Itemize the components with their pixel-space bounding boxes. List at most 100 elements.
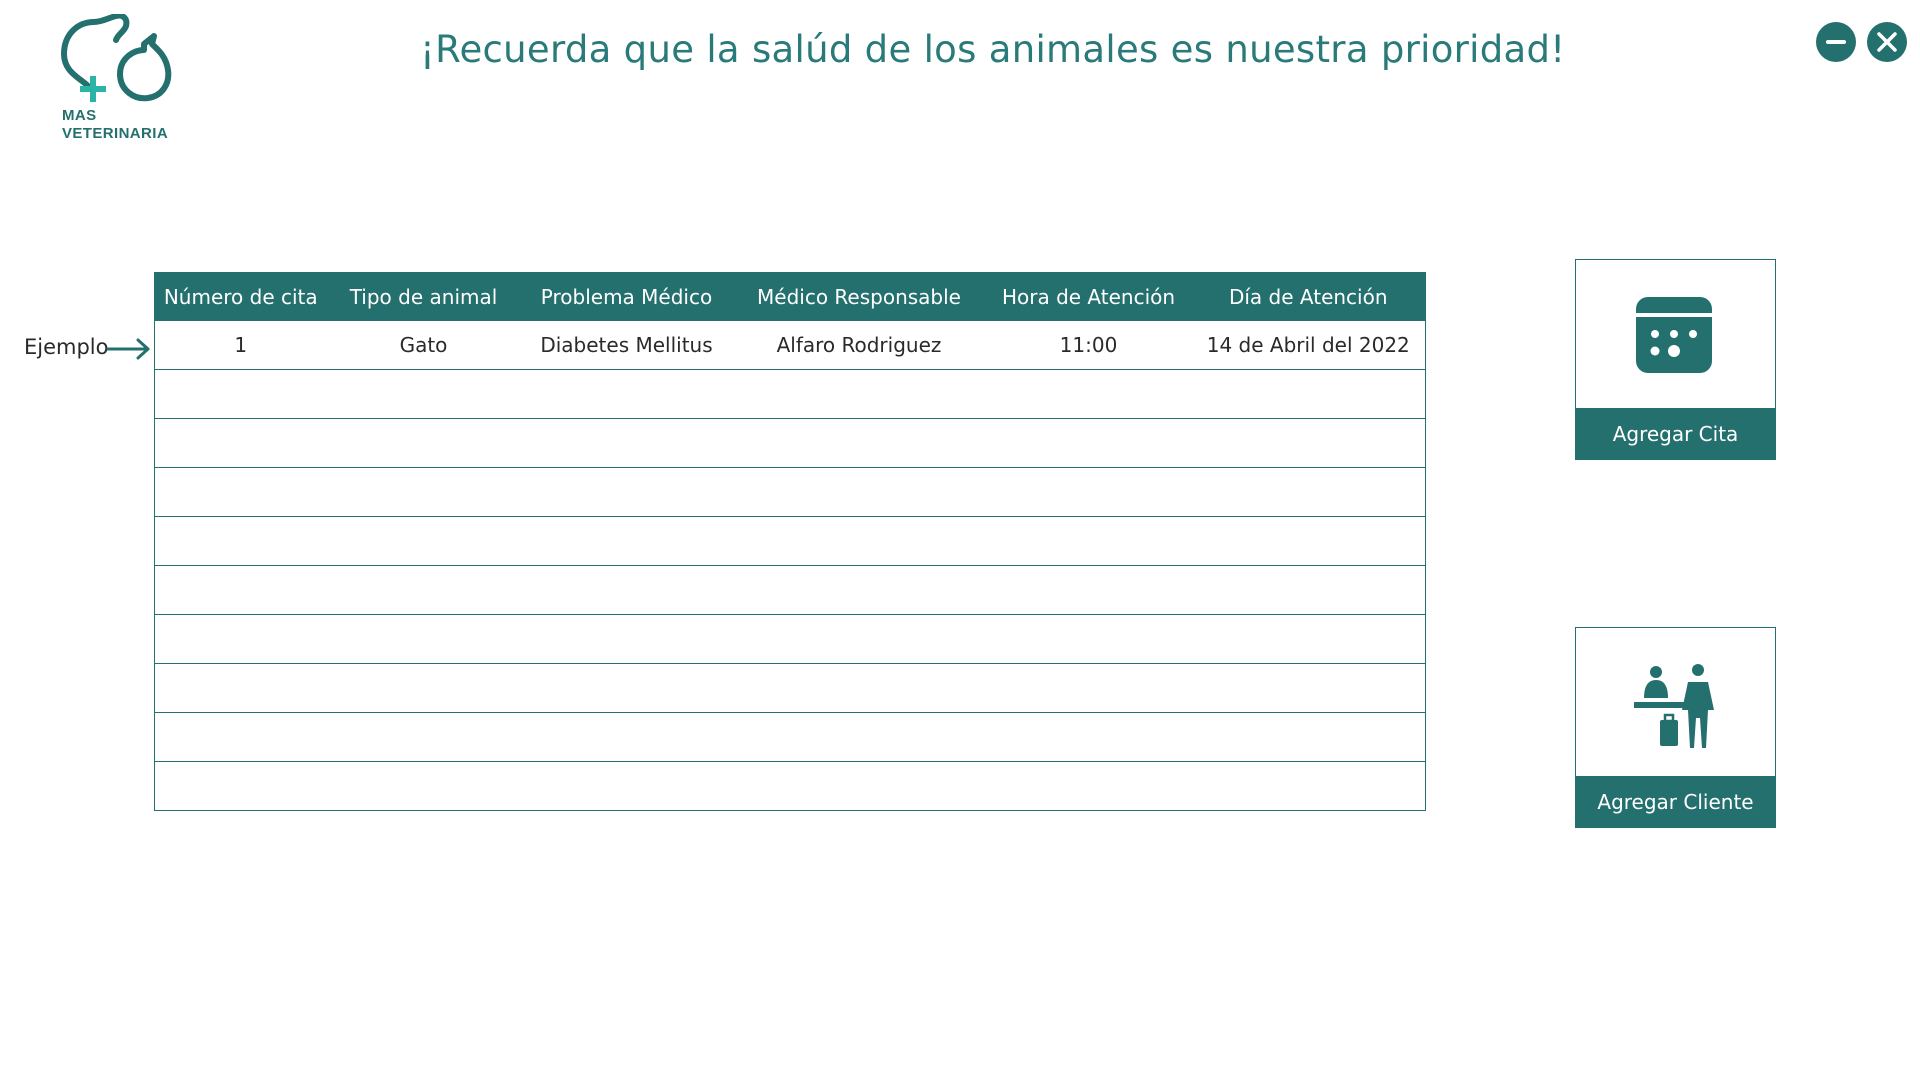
add-appointment-icon-area xyxy=(1576,260,1774,408)
table-cell xyxy=(985,663,1192,713)
table-cell xyxy=(732,467,986,517)
table-cell: Gato xyxy=(326,320,521,370)
table-cell xyxy=(1191,418,1426,468)
table-row[interactable] xyxy=(154,516,1426,566)
table-cell xyxy=(1191,663,1426,713)
table-row[interactable] xyxy=(154,467,1426,517)
table-cell: Diabetes Mellitus xyxy=(520,320,733,370)
table-cell: 11:00 xyxy=(985,320,1192,370)
table-cell xyxy=(985,712,1192,762)
table-cell xyxy=(1191,516,1426,566)
table-cell xyxy=(732,418,986,468)
table-row[interactable] xyxy=(154,663,1426,713)
table-cell xyxy=(1191,467,1426,517)
table-row[interactable] xyxy=(154,369,1426,419)
table-row[interactable] xyxy=(154,614,1426,664)
table-cell xyxy=(154,663,327,713)
example-label: Ejemplo xyxy=(24,335,109,359)
close-icon xyxy=(1877,32,1897,52)
add-client-button[interactable]: Agregar Cliente xyxy=(1575,627,1776,828)
table-cell xyxy=(1191,614,1426,664)
table-cell xyxy=(985,467,1192,517)
arrow-right-icon xyxy=(106,338,150,360)
header-hora-atencion: Hora de Atención xyxy=(985,272,1192,321)
table-cell xyxy=(732,565,986,615)
table-cell xyxy=(154,369,327,419)
header-problema-medico: Problema Médico xyxy=(520,272,733,321)
table-cell xyxy=(154,712,327,762)
table-cell xyxy=(1191,369,1426,419)
table-row[interactable] xyxy=(154,712,1426,762)
table-cell xyxy=(1191,761,1426,811)
appointments-table: Número de cita Tipo de animal Problema M… xyxy=(154,272,1426,811)
table-cell xyxy=(985,418,1192,468)
table-cell xyxy=(520,418,733,468)
table-cell xyxy=(520,467,733,517)
logo: MAS VETERINARIA xyxy=(58,14,178,144)
table-cell xyxy=(326,712,521,762)
table-header-row: Número de cita Tipo de animal Problema M… xyxy=(154,272,1426,321)
table-row[interactable]: 1 Gato Diabetes Mellitus Alfaro Rodriguez 11… xyxy=(154,320,1426,370)
table-cell xyxy=(732,761,986,811)
table-cell xyxy=(154,761,327,811)
table-cell xyxy=(326,369,521,419)
table-cell xyxy=(985,516,1192,566)
table-cell xyxy=(520,614,733,664)
table-cell xyxy=(154,516,327,566)
minus-icon xyxy=(1826,40,1846,44)
table-cell xyxy=(520,369,733,419)
logo-line-1: MAS xyxy=(62,107,97,124)
logo-line-2: VETERINARIA xyxy=(62,125,169,142)
table-cell xyxy=(154,565,327,615)
pet-logo-icon xyxy=(61,14,172,102)
table-cell xyxy=(1191,712,1426,762)
table-cell xyxy=(326,565,521,615)
table-cell xyxy=(732,663,986,713)
table-cell xyxy=(154,467,327,517)
table-cell xyxy=(520,663,733,713)
add-client-label: Agregar Cliente xyxy=(1576,776,1775,827)
table-cell xyxy=(520,565,733,615)
minimize-button[interactable] xyxy=(1816,22,1856,62)
add-appointment-button[interactable]: Agregar Cita xyxy=(1575,259,1776,460)
header-dia-atencion: Día de Atención xyxy=(1191,272,1426,321)
table-cell xyxy=(326,418,521,468)
table-body: 1 Gato Diabetes Mellitus Alfaro Rodriguez 11… xyxy=(154,320,1426,811)
table-cell xyxy=(732,516,986,566)
header-medico-responsable: Médico Responsable xyxy=(732,272,986,321)
table-cell: 1 xyxy=(154,320,327,370)
table-cell xyxy=(732,369,986,419)
table-cell xyxy=(732,712,986,762)
table-cell: Alfaro Rodriguez xyxy=(732,320,986,370)
table-cell xyxy=(520,712,733,762)
calendar-icon xyxy=(1636,297,1712,373)
table-cell xyxy=(985,761,1192,811)
add-appointment-label: Agregar Cita xyxy=(1576,408,1775,459)
table-row[interactable] xyxy=(154,761,1426,811)
table-cell xyxy=(154,614,327,664)
table-cell xyxy=(326,761,521,811)
table-cell xyxy=(985,614,1192,664)
table-cell xyxy=(1191,565,1426,615)
table-cell xyxy=(985,565,1192,615)
logo-text: MAS VETERINARIA xyxy=(62,107,168,143)
table-cell xyxy=(732,614,986,664)
add-client-icon-area xyxy=(1576,628,1774,776)
page: MAS VETERINARIA ¡Recuerda que la salúd d… xyxy=(0,0,1920,1080)
reception-desk-icon xyxy=(1634,664,1714,748)
page-heading: ¡Recuerda que la salúd de los animales e… xyxy=(420,28,1566,71)
table-cell: 14 de Abril del 2022 xyxy=(1191,320,1426,370)
table-cell xyxy=(985,369,1192,419)
table-cell xyxy=(326,614,521,664)
table-row[interactable] xyxy=(154,565,1426,615)
header-numero-cita: Número de cita xyxy=(154,272,327,321)
table-cell xyxy=(326,516,521,566)
table-cell xyxy=(520,761,733,811)
table-cell xyxy=(326,467,521,517)
table-cell xyxy=(326,663,521,713)
table-cell xyxy=(520,516,733,566)
header-tipo-animal: Tipo de animal xyxy=(326,272,521,321)
table-row[interactable] xyxy=(154,418,1426,468)
table-cell xyxy=(154,418,327,468)
close-button[interactable] xyxy=(1867,22,1907,62)
